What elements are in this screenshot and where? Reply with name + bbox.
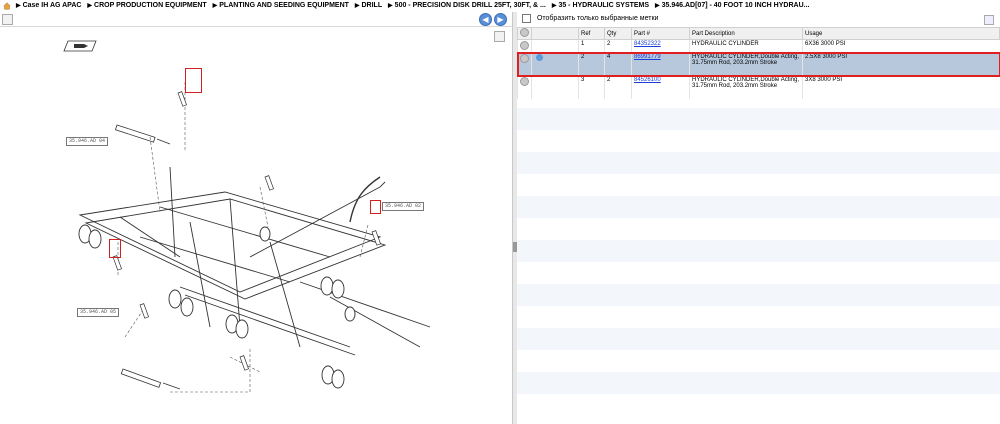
breadcrumb-item[interactable]: ▶ 35.946.AD[07] - 40 FOOT 10 INCH HYDRAU.… [655, 2, 809, 9]
header-ref[interactable]: Ref [578, 27, 605, 40]
empty-row [517, 284, 1000, 306]
next-page-button[interactable]: ▶ [494, 13, 507, 26]
illustration-pane: ◀ ▶ 35.946.AD 04 35.946.AD 02 35.946.AD … [0, 12, 513, 424]
header-description[interactable]: Part Description [689, 27, 803, 40]
highlight-marker[interactable] [109, 239, 121, 258]
breadcrumb-item[interactable]: ▶ DRILL [355, 2, 382, 9]
callout-reference[interactable]: 35.946.AD 05 [77, 308, 120, 317]
table-row-selected[interactable]: 2 4 86991779 HYDRAULIC CYLINDER,Double A… [516, 52, 1000, 77]
usage-cell: 2.5X8 3000 PSI [802, 53, 1000, 76]
empty-row [517, 372, 1000, 394]
expand-icon[interactable] [2, 14, 13, 25]
empty-row [517, 152, 1000, 174]
part-number-link[interactable]: 84352322 [634, 41, 661, 47]
qty-cell: 2 [604, 39, 632, 53]
select-all-icon[interactable] [520, 28, 529, 37]
empty-row [517, 328, 1000, 350]
breadcrumb: ▶ Case IH AG APAC ▶ CROP PRODUCTION EQUIPM… [0, 0, 1000, 12]
illustration-toolbar: ◀ ▶ [0, 12, 512, 27]
highlight-marker[interactable] [370, 200, 381, 214]
add-to-cart-icon[interactable] [520, 77, 529, 86]
description-cell: HYDRAULIC CYLINDER [689, 39, 803, 53]
header-info [531, 27, 579, 40]
export-icon[interactable] [984, 15, 994, 25]
breadcrumb-item[interactable]: ▶ PLANTING AND SEEDING EQUIPMENT [213, 2, 349, 9]
filter-bar: Отобразить только выбранные метки [517, 12, 1000, 26]
qty-cell: 2 [604, 76, 632, 99]
description-cell: HYDRAULIC CYLINDER,Double Acting, 31.75mm… [689, 53, 803, 76]
header-usage[interactable]: Usage [802, 27, 1000, 40]
highlight-marker[interactable] [185, 68, 202, 93]
ref-cell: 2 [578, 53, 605, 76]
parts-list-pane: Отобразить только выбранные метки Ref Qt… [516, 12, 1000, 424]
add-to-cart-icon[interactable] [520, 41, 529, 50]
usage-cell: 3X8 3000 PSI [802, 76, 1000, 99]
add-to-cart-icon[interactable] [520, 54, 529, 63]
exploded-parts-diagram[interactable] [0, 27, 512, 424]
show-selected-only-checkbox[interactable] [522, 13, 531, 23]
breadcrumb-item[interactable]: ▶ CROP PRODUCTION EQUIPMENT [87, 2, 206, 9]
ref-cell: 1 [578, 39, 605, 53]
breadcrumb-item[interactable]: ▶ 35 - HYDRAULIC SYSTEMS [552, 2, 649, 9]
part-number-link[interactable]: 86991779 [634, 54, 661, 60]
breadcrumb-item[interactable]: ▶ Case IH AG APAC [16, 2, 82, 9]
qty-cell: 4 [604, 53, 632, 76]
table-row[interactable]: 1 2 84352322 HYDRAULIC CYLINDER 6X36 300… [517, 39, 1000, 53]
empty-row [517, 240, 1000, 262]
description-cell: HYDRAULIC CYLINDER,Double Acting, 31.75mm… [689, 76, 803, 99]
empty-row [517, 196, 1000, 218]
table-header: Ref Qty Part # Part Description Usage [517, 27, 1000, 40]
usage-cell: 6X36 3000 PSI [802, 39, 1000, 53]
home-icon[interactable] [3, 2, 11, 10]
select-all-header[interactable] [517, 27, 532, 40]
previous-page-button[interactable]: ◀ [479, 13, 492, 26]
header-part-number[interactable]: Part # [631, 27, 690, 40]
header-qty[interactable]: Qty [604, 27, 632, 40]
callout-reference[interactable]: 35.946.AD 02 [382, 202, 425, 211]
callout-reference[interactable]: 35.946.AD 04 [66, 137, 109, 146]
breadcrumb-item[interactable]: ▶ 500 - PRECISION DISK DRILL 25FT, 30FT, … [388, 2, 546, 9]
info-icon[interactable] [536, 54, 543, 61]
table-row[interactable]: 3 2 84526100 HYDRAULIC CYLINDER,Double A… [517, 76, 1000, 99]
ref-cell: 3 [578, 76, 605, 99]
empty-row [517, 108, 1000, 130]
parts-table: Ref Qty Part # Part Description Usage 1 … [516, 27, 1000, 99]
filter-label: Отобразить только выбранные метки [536, 15, 659, 22]
part-number-link[interactable]: 84526100 [634, 77, 661, 83]
